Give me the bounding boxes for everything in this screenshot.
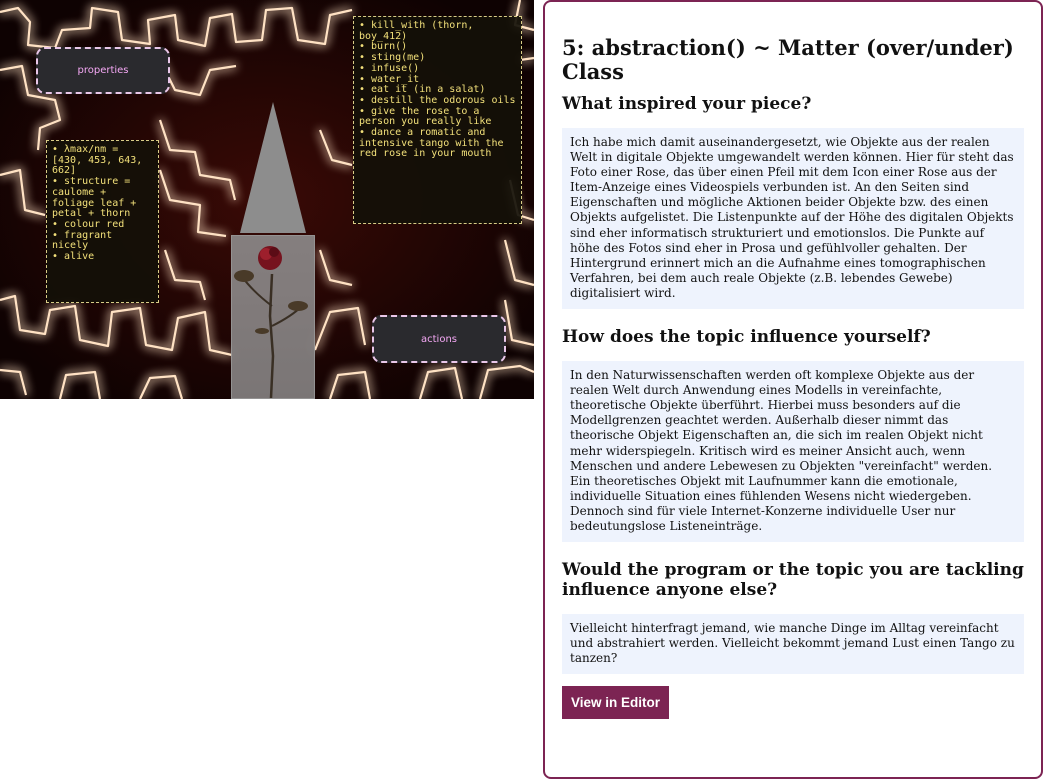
question-heading: Would the program or the topic you are t… bbox=[562, 560, 1024, 601]
view-in-editor-button[interactable]: View in Editor bbox=[562, 686, 670, 720]
description-panel: 5: abstraction() ~ Matter (over/under) C… bbox=[543, 0, 1043, 779]
properties-label: properties bbox=[77, 65, 129, 76]
artwork-canvas[interactable]: properties actions • λmax/nm = [430, 453… bbox=[0, 0, 534, 399]
actions-list: • kill_with (thorn, boy_412) • burn() • … bbox=[353, 16, 522, 224]
actions-label: actions bbox=[421, 333, 457, 345]
arrow-icon bbox=[240, 102, 306, 233]
actions-button[interactable]: actions bbox=[372, 315, 506, 363]
action-item: • give the rose to a person you really l… bbox=[359, 105, 492, 128]
property-item: • alive bbox=[52, 251, 95, 263]
action-item: • dance a romatic and intensive tango wi… bbox=[359, 127, 510, 160]
question-heading: How does the topic influence yourself? bbox=[562, 327, 931, 348]
answer-text: Vielleicht hinterfragt jemand, wie manch… bbox=[562, 614, 1024, 675]
action-item: • kill_with (thorn, boy_412) bbox=[359, 20, 480, 42]
property-item: • λmax/nm = [430, 453, 643, 662] bbox=[52, 144, 149, 177]
answer-text: Ich habe mich damit auseinandergesetzt, … bbox=[562, 128, 1024, 310]
property-item: • structure = caulome + foliage leaf + p… bbox=[52, 176, 143, 220]
action-item: • infuse() bbox=[359, 62, 420, 74]
properties-list: • λmax/nm = [430, 453, 643, 662] • struc… bbox=[46, 140, 159, 303]
page-title: 5: abstraction() ~ Matter (over/under) C… bbox=[562, 35, 1014, 84]
rose-photo bbox=[231, 235, 315, 399]
properties-button[interactable]: properties bbox=[36, 47, 170, 94]
answer-text: In den Naturwissenschaften werden oft ko… bbox=[562, 361, 1024, 543]
question-heading: What inspired your piece? bbox=[562, 94, 812, 114]
property-item: • fragrant nicely bbox=[52, 229, 119, 252]
